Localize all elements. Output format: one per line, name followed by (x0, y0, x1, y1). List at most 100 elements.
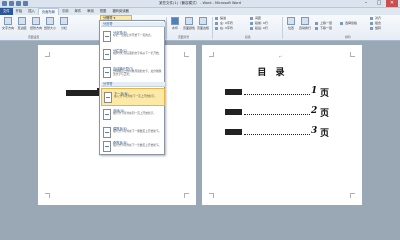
page-border-label: 页面边框 (197, 26, 210, 30)
margins-label: 页边距 (17, 26, 27, 30)
page-setup-group-label: 页面设置 (28, 35, 40, 39)
window-title: 某些文件(1)（兼容模式） - Word - Microsoft Word (159, 1, 241, 5)
toc-entry-text (225, 129, 242, 135)
toc-entry-page-suffix: 页 (320, 109, 330, 119)
crop-mark (350, 52, 355, 57)
menu-item-next-page[interactable]: 下一页(N) 插入分节符并在下一页上开始新节。 (101, 88, 165, 106)
ribbon: 文字方向 页边距 纸张方向 纸张大小 分栏 页面设置 水印 页面颜色 页面边框 … (0, 15, 400, 41)
watermark-icon (171, 17, 179, 25)
menu-item-desc: 指示分栏符后面的文字将从下一栏开始。 (113, 51, 162, 55)
arrange-group-label: 排列 (345, 35, 351, 39)
tab-home[interactable]: 开始 (13, 8, 26, 15)
crop-mark (184, 193, 189, 198)
menu-item-desc: 插入分节符并在下一页上开始新节。 (114, 94, 157, 98)
document-area[interactable] (0, 41, 400, 209)
tab-review[interactable]: 审阅 (84, 8, 97, 15)
group-separator (166, 17, 167, 39)
toc-entry-text (225, 89, 242, 95)
toc-entry-text (225, 109, 242, 115)
toc-entry-page-number: 2 (311, 106, 318, 116)
paragraph-group-label: 段落 (245, 35, 251, 39)
tab-insert[interactable]: 插入 (25, 8, 38, 15)
toc-entry-page-suffix: 页 (320, 129, 330, 139)
page-bg-group-label: 页面背景 (178, 35, 190, 39)
next-page-icon (104, 92, 112, 103)
size-icon (46, 17, 54, 25)
columns-label: 分栏 (60, 26, 67, 30)
odd-page-icon (103, 141, 111, 152)
menu-item-desc: 插入分节符并在下一偶数页上开始新节。 (113, 129, 162, 133)
minimize-button[interactable]: – (360, 0, 372, 7)
columns-icon (60, 17, 68, 25)
menu-item-column-break[interactable]: 分栏符(C) 指示分栏符后面的文字将从下一栏开始。 (101, 46, 165, 64)
indent-right-field[interactable]: 右: 0字符 (215, 26, 233, 31)
crop-mark (209, 193, 214, 198)
menu-item-text-wrapping-break[interactable]: 自动换行符(T) 分隔网页上的对象周围的文字，如分隔题注文字与正文。 (101, 64, 165, 82)
toc-entry-page-number: 1 (311, 86, 318, 96)
toc-entry-page-number: 3 (311, 126, 318, 136)
paragraph-mark: ↵ (279, 54, 283, 59)
orientation-button[interactable]: 纸张方向 (30, 16, 42, 34)
size-button[interactable]: 纸张大小 (44, 16, 56, 34)
redacted-heading (66, 90, 100, 96)
window-controls: – □ ✕ (360, 0, 398, 7)
position-button[interactable]: 位置 (285, 16, 297, 34)
size-label: 纸张大小 (44, 26, 57, 30)
margins-button[interactable]: 页边距 (16, 16, 28, 34)
page-border-icon (199, 17, 207, 25)
toc-leader-dots (244, 134, 310, 135)
position-label: 位置 (287, 26, 294, 30)
selection-pane-button[interactable]: 选择窗格 (340, 21, 357, 26)
tab-foxit[interactable]: 福昕阅读器 (109, 8, 131, 15)
page-break-icon (103, 31, 111, 42)
toc-entry-page-suffix: 页 (320, 89, 330, 99)
toc-leader-dots (244, 94, 310, 95)
crop-mark (184, 52, 189, 57)
menu-item-page-break[interactable]: 分页符(P) 标记一页终止并开始下一页的点。 (101, 28, 165, 46)
crop-mark (45, 193, 50, 198)
toc-title: 目 录 (257, 68, 288, 78)
page-color-button[interactable]: 页面颜色 (183, 16, 195, 34)
ribbon-tabs: 文件 开始 插入 页面布局 引用 邮件 审阅 视图 福昕阅读器 (0, 8, 400, 15)
toc-leader-dots (244, 114, 310, 115)
orientation-icon (32, 17, 40, 25)
tab-file[interactable]: 文件 (0, 8, 13, 15)
maximize-button[interactable]: □ (373, 0, 385, 7)
text-direction-label: 文字方向 (2, 26, 15, 30)
continuous-icon (103, 109, 111, 120)
close-button[interactable]: ✕ (386, 0, 398, 7)
page-breaks-header: 分页符 (101, 22, 165, 27)
text-direction-button[interactable]: 文字方向 (2, 16, 14, 34)
wrap-text-icon (301, 17, 309, 25)
group-separator (212, 17, 213, 39)
wrap-text-label: 自动换行 (299, 26, 312, 30)
watermark-button[interactable]: 水印 (169, 16, 181, 34)
tab-page-layout[interactable]: 页面布局 (37, 8, 59, 15)
column-break-icon (103, 49, 111, 60)
position-icon (287, 17, 295, 25)
section-breaks-header: 分节符 (101, 82, 165, 87)
tab-view[interactable]: 视图 (97, 8, 110, 15)
crop-mark (45, 52, 50, 57)
send-backward-button[interactable]: 下移一层 (315, 26, 332, 31)
group-separator (282, 17, 283, 39)
menu-item-continuous[interactable]: 连续(O) 插入分节符并在同一页上开始新节。 (101, 106, 165, 124)
columns-button[interactable]: 分栏 (58, 16, 70, 34)
tab-mailings[interactable]: 邮件 (72, 8, 85, 15)
menu-item-desc: 标记一页终止并开始下一页的点。 (113, 33, 154, 37)
crop-mark (350, 193, 355, 198)
menu-item-desc: 插入分节符并在同一页上开始新节。 (113, 111, 156, 115)
orientation-label: 纸张方向 (30, 26, 43, 30)
tab-references[interactable]: 引用 (59, 8, 72, 15)
spacing-after-field[interactable]: 段后: 0行 (250, 26, 268, 31)
menu-item-odd-page[interactable]: 奇数页(D) 插入分节符并在下一奇数页上开始新节。 (101, 138, 165, 156)
title-bar: 某些文件(1)（兼容模式） - Word - Microsoft Word – … (0, 0, 400, 8)
margins-icon (18, 17, 26, 25)
page-border-button[interactable]: 页面边框 (197, 16, 209, 34)
page-color-icon (185, 17, 193, 25)
text-direction-icon (4, 17, 12, 25)
wrap-text-button[interactable]: 自动换行 (299, 16, 311, 34)
menu-item-desc: 分隔网页上的对象周围的文字，如分隔题注文字与正文。 (113, 69, 162, 77)
rotate-button[interactable]: 旋转 (370, 26, 381, 31)
menu-item-desc: 插入分节符并在下一奇数页上开始新节。 (113, 143, 162, 147)
